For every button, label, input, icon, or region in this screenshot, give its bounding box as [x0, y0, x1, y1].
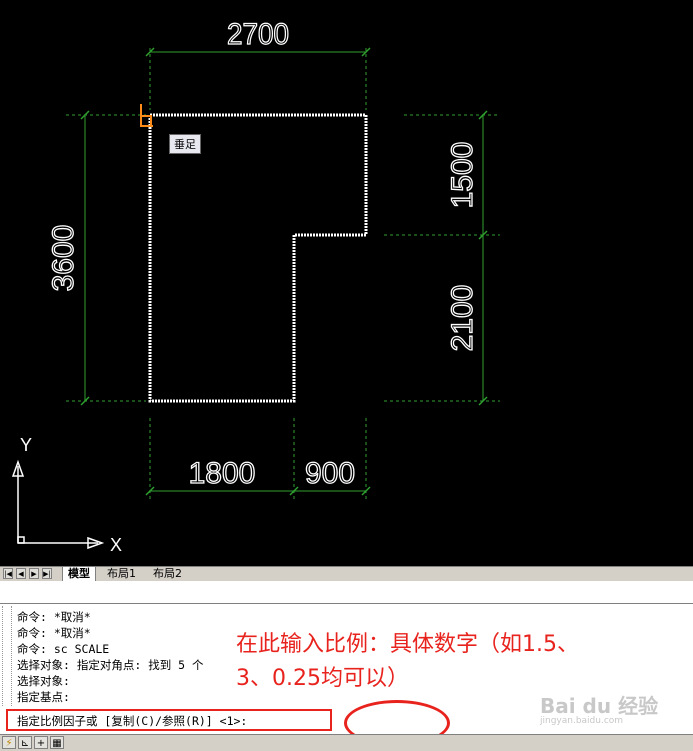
tab-model[interactable]: 模型 [62, 567, 96, 581]
command-history-line: 选择对象: 指定对角点: 找到 5 个 [17, 658, 204, 672]
dim-text-right-upper: 1500 [446, 142, 479, 209]
cross-icon[interactable]: + [34, 736, 48, 749]
perpendicular-snap-marker [140, 104, 153, 127]
cad-drawing: 2700 3600 1500 2100 1800 900 Y X [11, 17, 500, 555]
command-window-grip[interactable] [2, 606, 12, 706]
dim-text-top: 2700 [227, 18, 289, 51]
ucs-icon [11, 459, 105, 550]
command-history-line: 命令: *取消* [17, 610, 91, 624]
command-history-line: 命令: *取消* [17, 626, 91, 640]
watermark-logo: Bai du 经验 [540, 694, 659, 718]
ucs-y-label: Y [20, 435, 32, 455]
ucs-x-label: X [110, 535, 122, 555]
status-bar: ⚡ ⊾ + ▦ [0, 734, 693, 751]
last-tab-button[interactable]: ▶| [42, 568, 52, 579]
command-prompt[interactable]: 指定比例因子或 [复制(C)/参照(R)] <1>: [17, 713, 247, 729]
command-history-line: 选择对象: [17, 674, 70, 688]
model-space-canvas[interactable]: 2700 3600 1500 2100 1800 900 Y X 垂足 [0, 0, 693, 566]
command-history-line: 指定基点: [17, 690, 70, 704]
annotation-line-1: 在此输入比例：具体数字（如1.5、 [236, 632, 579, 657]
osnap-tooltip: 垂足 [169, 134, 201, 154]
lightning-icon[interactable]: ⚡ [2, 736, 16, 749]
watermark-url: jingyan.baidu.com [540, 716, 624, 726]
dim-text-bottom-right: 900 [305, 457, 355, 490]
dim-text-bottom-left: 1800 [189, 457, 256, 490]
l-shape-outline[interactable] [148, 113, 368, 403]
tab-layout2[interactable]: 布局2 [148, 567, 187, 581]
tab-layout1[interactable]: 布局1 [102, 567, 141, 581]
prev-tab-button[interactable]: ◀ [16, 568, 26, 579]
ortho-icon[interactable]: ⊾ [18, 736, 32, 749]
first-tab-button[interactable]: |◀ [3, 568, 13, 579]
dim-text-right-lower: 2100 [446, 285, 479, 352]
instruction-annotation: 在此输入比例：具体数字（如1.5、 3、0.25均可以） [236, 628, 676, 696]
next-tab-button[interactable]: ▶ [29, 568, 39, 579]
command-history-line: 命令: sc SCALE [17, 642, 110, 656]
layout-tab-bar: |◀ ◀ ▶ ▶| 模型 布局1 布局2 [0, 566, 693, 582]
horizontal-scroll-area [0, 581, 693, 604]
dim-text-left: 3600 [47, 225, 80, 292]
grid-icon[interactable]: ▦ [50, 736, 64, 749]
